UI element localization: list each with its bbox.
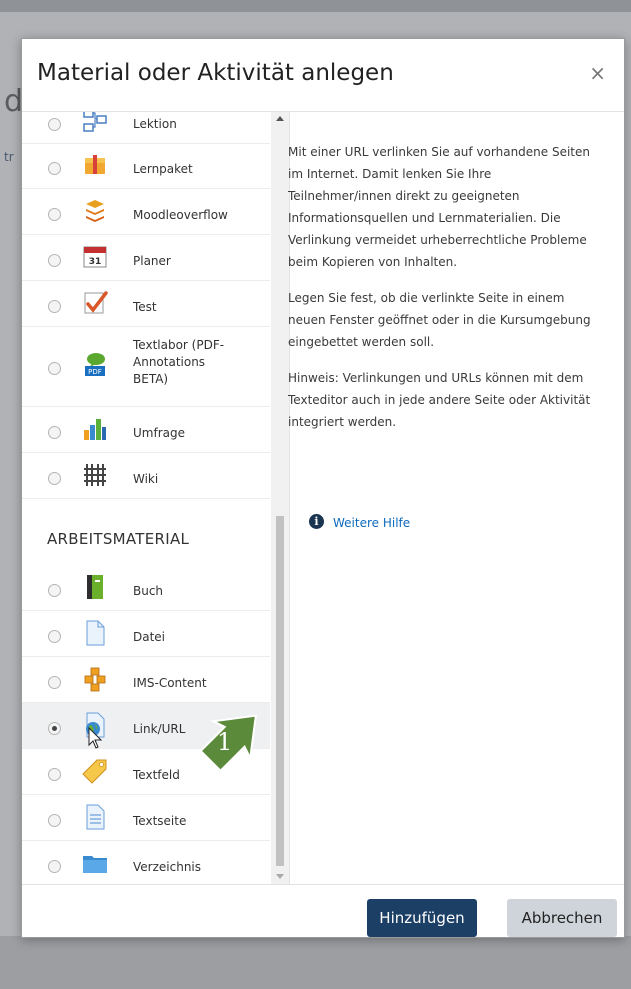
book-icon: [87, 575, 103, 599]
radio-datei[interactable]: [48, 630, 61, 643]
option-label: Buch: [133, 584, 164, 598]
radio-test[interactable]: [48, 300, 61, 313]
survey-chart-icon: [84, 419, 106, 440]
radio-planer[interactable]: [48, 254, 61, 267]
option-lektion[interactable]: Lektion: [22, 112, 270, 144]
calendar-icon: 31: [83, 246, 107, 268]
ims-content-icon: [84, 667, 106, 692]
option-test[interactable]: Test: [22, 281, 270, 327]
radio-textfeld[interactable]: [48, 768, 61, 781]
option-wiki[interactable]: Wiki: [22, 453, 270, 499]
option-datei[interactable]: Datei: [22, 611, 270, 657]
folder-icon: [83, 856, 107, 873]
add-button[interactable]: Hinzufügen: [367, 899, 477, 937]
dialog-header: Material oder Aktivität anlegen ×: [22, 39, 624, 112]
option-label: Moodleoverflow: [133, 208, 228, 222]
help-paragraph: Legen Sie fest, ob die verlinkte Seite i…: [288, 291, 591, 349]
step-marker-arrow-icon: 1: [199, 714, 258, 772]
package-icon: [85, 155, 105, 174]
option-label: Umfrage: [133, 426, 185, 440]
background-text-fragment-small: tr: [4, 150, 14, 164]
lesson-icon: [83, 112, 107, 132]
page-icon: [86, 804, 105, 830]
quiz-icon: [84, 291, 108, 314]
option-ims-content[interactable]: IMS-Content: [22, 657, 270, 703]
calendar-day: 31: [89, 257, 102, 267]
option-label: Wiki: [133, 472, 159, 486]
option-label: Datei: [133, 630, 166, 644]
section-heading-arbeitsmaterial: ARBEITSMATERIAL: [47, 530, 190, 548]
option-verzeichnis[interactable]: Verzeichnis: [22, 841, 270, 885]
option-umfrage[interactable]: Umfrage: [22, 407, 270, 453]
activity-chooser-dialog: Material oder Aktivität anlegen × Lektio…: [21, 38, 625, 938]
option-textseite[interactable]: Textseite: [22, 795, 270, 841]
options-scrollbar[interactable]: [271, 112, 289, 885]
scrollbar-thumb[interactable]: [276, 516, 284, 866]
help-paragraph: Hinweis: Verlinkungen und URLs können mi…: [288, 371, 591, 429]
option-label: Lektion: [133, 117, 177, 131]
radio-moodleoverflow[interactable]: [48, 208, 61, 221]
info-icon: i: [309, 514, 324, 529]
mouse-cursor-icon: [88, 727, 103, 749]
radio-link-url[interactable]: [48, 722, 61, 735]
moodleoverflow-icon: [86, 200, 104, 222]
option-label: Verzeichnis: [133, 860, 202, 874]
svg-text:PDF: PDF: [88, 368, 102, 376]
radio-buch[interactable]: [48, 584, 61, 597]
file-icon: [86, 620, 105, 646]
option-label: Planer: [133, 254, 171, 268]
option-label: Lernpaket: [133, 162, 193, 176]
scroll-down-icon[interactable]: [276, 874, 284, 879]
help-paragraph: Mit einer URL verlinken Sie auf vorhande…: [288, 145, 591, 269]
radio-lektion[interactable]: [48, 118, 61, 131]
background-bottom: [0, 936, 631, 989]
radio-verzeichnis[interactable]: [48, 860, 61, 873]
close-icon[interactable]: ×: [589, 61, 606, 85]
option-label: Textlabor (PDF-Annotations BETA): [133, 338, 225, 386]
radio-textlabor[interactable]: [48, 362, 61, 375]
background-topbar: [0, 0, 631, 12]
wiki-icon: [84, 464, 106, 486]
option-label: Textseite: [133, 814, 187, 828]
dialog-title: Material oder Aktivität anlegen: [37, 60, 394, 86]
option-moodleoverflow[interactable]: Moodleoverflow: [22, 189, 270, 235]
cancel-button[interactable]: Abbrechen: [507, 899, 617, 937]
label-tag-icon: [82, 759, 107, 784]
dialog-footer: Hinzufügen Abbrechen: [22, 884, 624, 938]
more-help-link[interactable]: Weitere Hilfe: [333, 516, 410, 530]
radio-ims-content[interactable]: [48, 676, 61, 689]
option-buch[interactable]: Buch: [22, 565, 270, 611]
option-label: Test: [133, 300, 157, 314]
radio-textseite[interactable]: [48, 814, 61, 827]
radio-lernpaket[interactable]: [48, 162, 61, 175]
scroll-up-icon[interactable]: [276, 116, 284, 121]
option-label: IMS-Content: [133, 676, 207, 690]
option-textlabor[interactable]: PDF Textlabor (PDF-Annotations BETA): [22, 327, 270, 407]
radio-umfrage[interactable]: [48, 426, 61, 439]
radio-wiki[interactable]: [48, 472, 61, 485]
option-lernpaket[interactable]: Lernpaket: [22, 143, 270, 189]
help-text-panel: Mit einer URL verlinken Sie auf vorhande…: [288, 141, 598, 447]
pdf-annotation-icon: PDF: [85, 353, 105, 376]
step-number: 1: [217, 728, 232, 756]
option-planer[interactable]: 31 Planer: [22, 235, 270, 281]
